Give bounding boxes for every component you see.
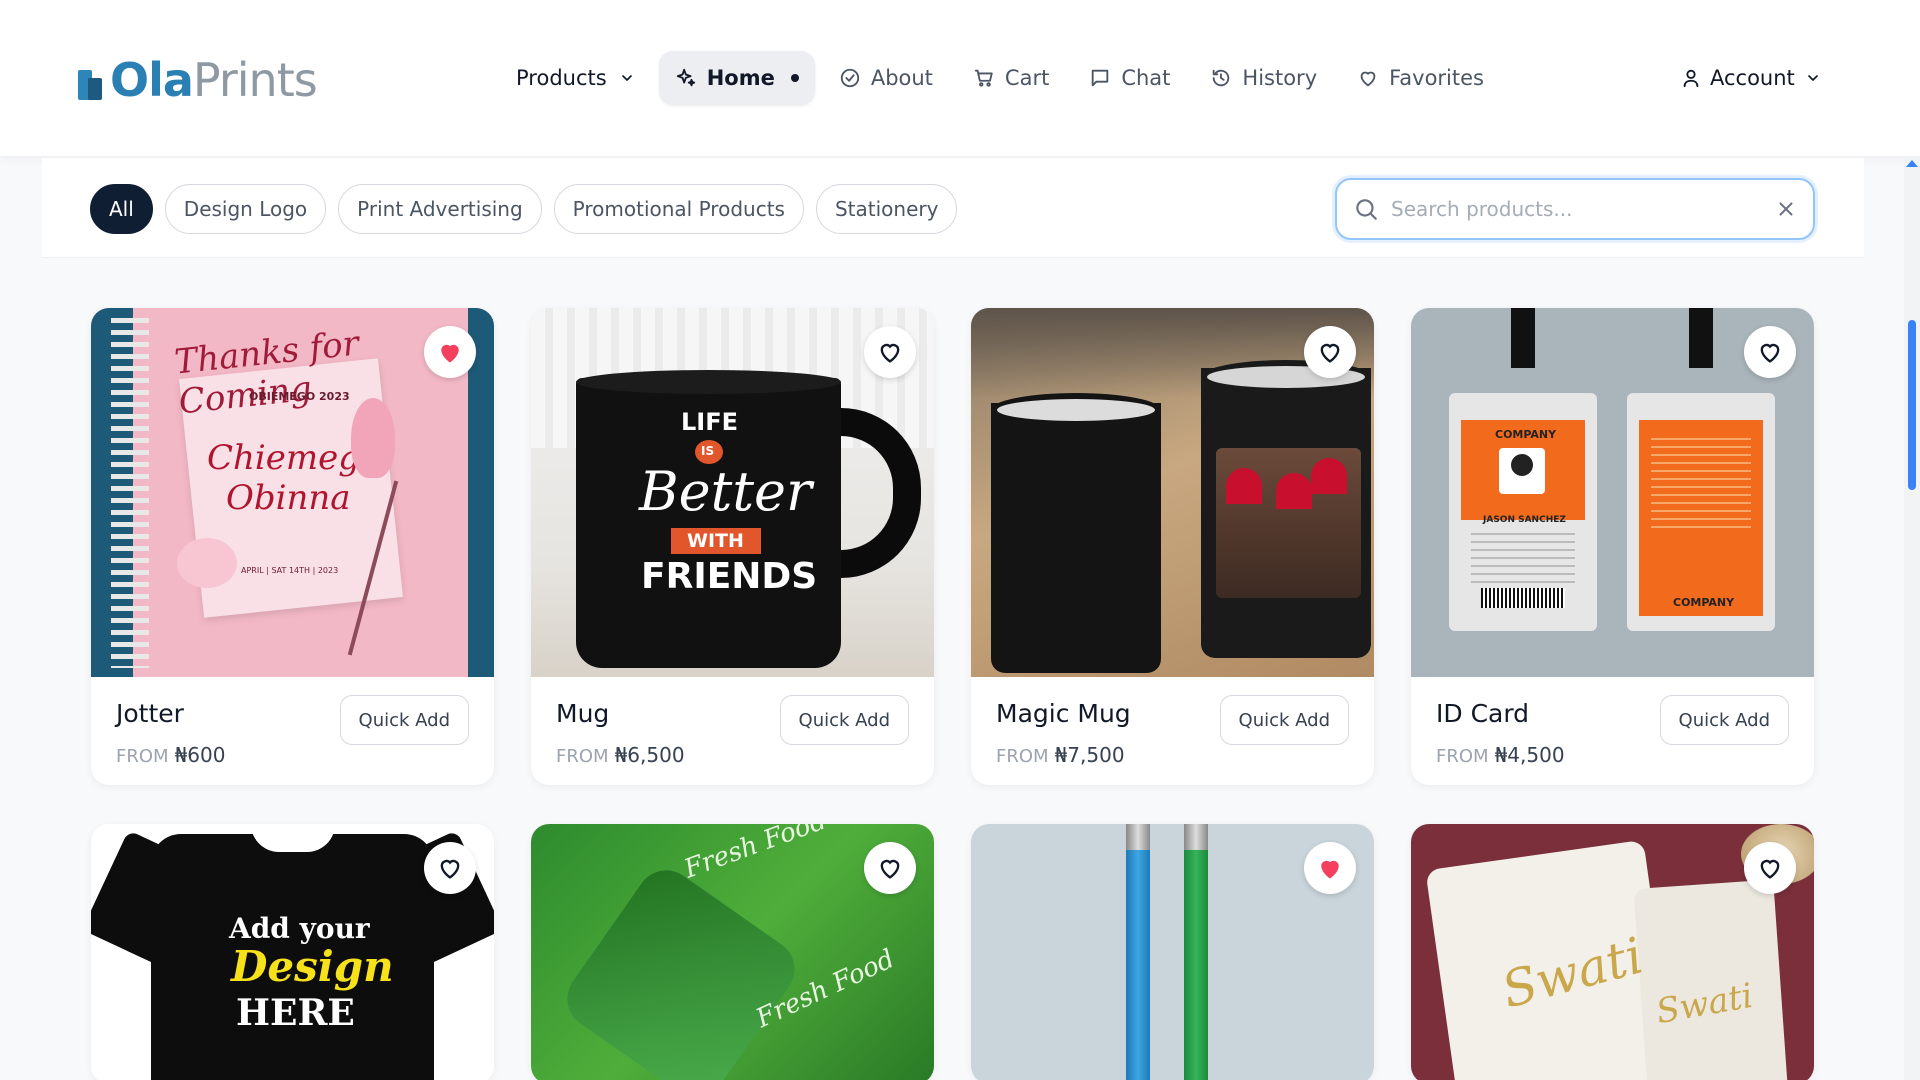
nav-home-label: Home <box>706 65 775 90</box>
nav-cart[interactable]: Cart <box>957 51 1065 105</box>
product-image-mug[interactable]: LIFE IS Better WITH FRIENDS <box>531 308 934 677</box>
chip-all[interactable]: All <box>90 184 153 234</box>
quick-add-button[interactable]: Quick Add <box>339 695 469 745</box>
nav-products[interactable]: Products <box>500 51 651 105</box>
product-card-magic-mug[interactable]: Magic Mug FROM ₦7,500 Quick Add <box>971 308 1374 785</box>
heart-icon <box>1360 71 1376 86</box>
chip-print-advertising[interactable]: Print Advertising <box>338 184 542 234</box>
category-chips: All Design Logo Print Advertising Promot… <box>90 184 969 234</box>
nav-history-label: History <box>1242 65 1318 90</box>
product-image-id-card[interactable]: COMPANY JASON SANCHEZ COMPANY <box>1411 308 1814 677</box>
brand-logo[interactable]: OlaPrints <box>78 50 318 110</box>
logo-mark-icon <box>78 60 104 100</box>
nav-history[interactable]: History <box>1194 51 1333 105</box>
product-image-magic-mug[interactable] <box>971 308 1374 677</box>
check-circle-icon <box>840 68 859 87</box>
heart-icon <box>1760 859 1780 879</box>
product-title: Mug <box>556 699 610 728</box>
chip-promotional-products[interactable]: Promotional Products <box>553 184 804 234</box>
nav-about-label: About <box>870 65 933 90</box>
favorite-button[interactable] <box>1744 842 1796 894</box>
product-title: Jotter <box>116 699 184 728</box>
heart-filled-icon <box>441 344 459 363</box>
cart-icon <box>974 69 993 87</box>
product-card-pens[interactable] <box>971 824 1374 1080</box>
product-card-towel[interactable]: Swati Swati <box>1411 824 1814 1080</box>
account-menu[interactable]: Account <box>1680 50 1821 105</box>
heart-icon <box>1760 343 1780 363</box>
product-image-tshirt[interactable]: Add your Design HERE <box>91 824 494 1080</box>
quick-add-button[interactable]: Quick Add <box>779 695 909 745</box>
nav-chat[interactable]: Chat <box>1073 51 1186 105</box>
favorite-button[interactable] <box>424 842 476 894</box>
scrollbar-track[interactable] <box>1904 156 1920 1080</box>
product-image-towel[interactable]: Swati Swati <box>1411 824 1814 1080</box>
chevron-down-icon <box>1807 74 1818 81</box>
favorite-button[interactable] <box>864 326 916 378</box>
heart-icon <box>1320 343 1340 363</box>
sparkle-icon <box>676 68 695 86</box>
product-card-id-card[interactable]: COMPANY JASON SANCHEZ COMPANY ID Card FR… <box>1411 308 1814 785</box>
chip-stationery[interactable]: Stationery <box>815 184 958 234</box>
quick-add-button[interactable]: Quick Add <box>1659 695 1789 745</box>
nav-cart-label: Cart <box>1004 65 1050 90</box>
chevron-down-icon <box>621 74 632 81</box>
nav-chat-label: Chat <box>1121 65 1171 90</box>
chip-design-logo[interactable]: Design Logo <box>164 184 327 234</box>
product-price: FROM ₦600 <box>116 743 226 767</box>
top-header: OlaPrints Products Home About Cart Chat … <box>0 0 1920 156</box>
nav-favorites-label: Favorites <box>1389 65 1484 90</box>
quick-add-button[interactable]: Quick Add <box>1219 695 1349 745</box>
scrollbar-thumb[interactable] <box>1908 320 1916 490</box>
main-nav: Products Home About Cart Chat History Fa… <box>500 50 1508 105</box>
heart-icon <box>880 343 900 363</box>
search-input[interactable] <box>1391 197 1775 221</box>
product-card-mug[interactable]: LIFE IS Better WITH FRIENDS Mug FROM ₦6,5… <box>531 308 934 785</box>
brand-name-part1: Ola <box>110 53 194 107</box>
product-card-jotter[interactable]: Thanks for Coming OBIEMEGO 2023 Chiemego… <box>91 308 494 785</box>
user-icon <box>1683 69 1699 87</box>
search-box <box>1335 178 1815 240</box>
product-title: ID Card <box>1436 699 1530 728</box>
nav-about[interactable]: About <box>823 51 949 105</box>
filter-bar: All Design Logo Print Advertising Promot… <box>42 158 1864 258</box>
nav-products-label: Products <box>516 65 607 90</box>
heart-icon <box>880 859 900 879</box>
favorite-button[interactable] <box>424 326 476 378</box>
product-price: FROM ₦7,500 <box>996 743 1125 767</box>
product-title: Magic Mug <box>996 699 1131 728</box>
brand-name-part2: Prints <box>192 53 318 107</box>
close-icon[interactable] <box>1775 198 1797 220</box>
favorite-button[interactable] <box>1304 842 1356 894</box>
product-card-tshirt[interactable]: Add your Design HERE <box>91 824 494 1080</box>
product-price: FROM ₦6,500 <box>556 743 685 767</box>
product-image-pens[interactable] <box>971 824 1374 1080</box>
product-image-jotter[interactable]: Thanks for Coming OBIEMEGO 2023 Chiemego… <box>91 308 494 677</box>
favorite-button[interactable] <box>1304 326 1356 378</box>
active-indicator-dot <box>790 73 799 82</box>
search-icon <box>1356 199 1377 220</box>
scroll-up-arrow-icon[interactable] <box>1906 160 1918 167</box>
history-icon <box>1213 69 1230 86</box>
chat-icon <box>1092 69 1109 86</box>
heart-filled-icon <box>1321 860 1339 879</box>
favorite-button[interactable] <box>864 842 916 894</box>
product-image-gift-wrap[interactable]: Fresh Food Fresh Food <box>531 824 934 1080</box>
product-card-gift-wrap[interactable]: Fresh Food Fresh Food <box>531 824 934 1080</box>
favorite-button[interactable] <box>1744 326 1796 378</box>
account-label: Account <box>1710 65 1795 90</box>
nav-home[interactable]: Home <box>658 50 815 105</box>
product-price: FROM ₦4,500 <box>1436 743 1565 767</box>
nav-favorites[interactable]: Favorites <box>1341 51 1500 105</box>
heart-icon <box>440 859 460 879</box>
